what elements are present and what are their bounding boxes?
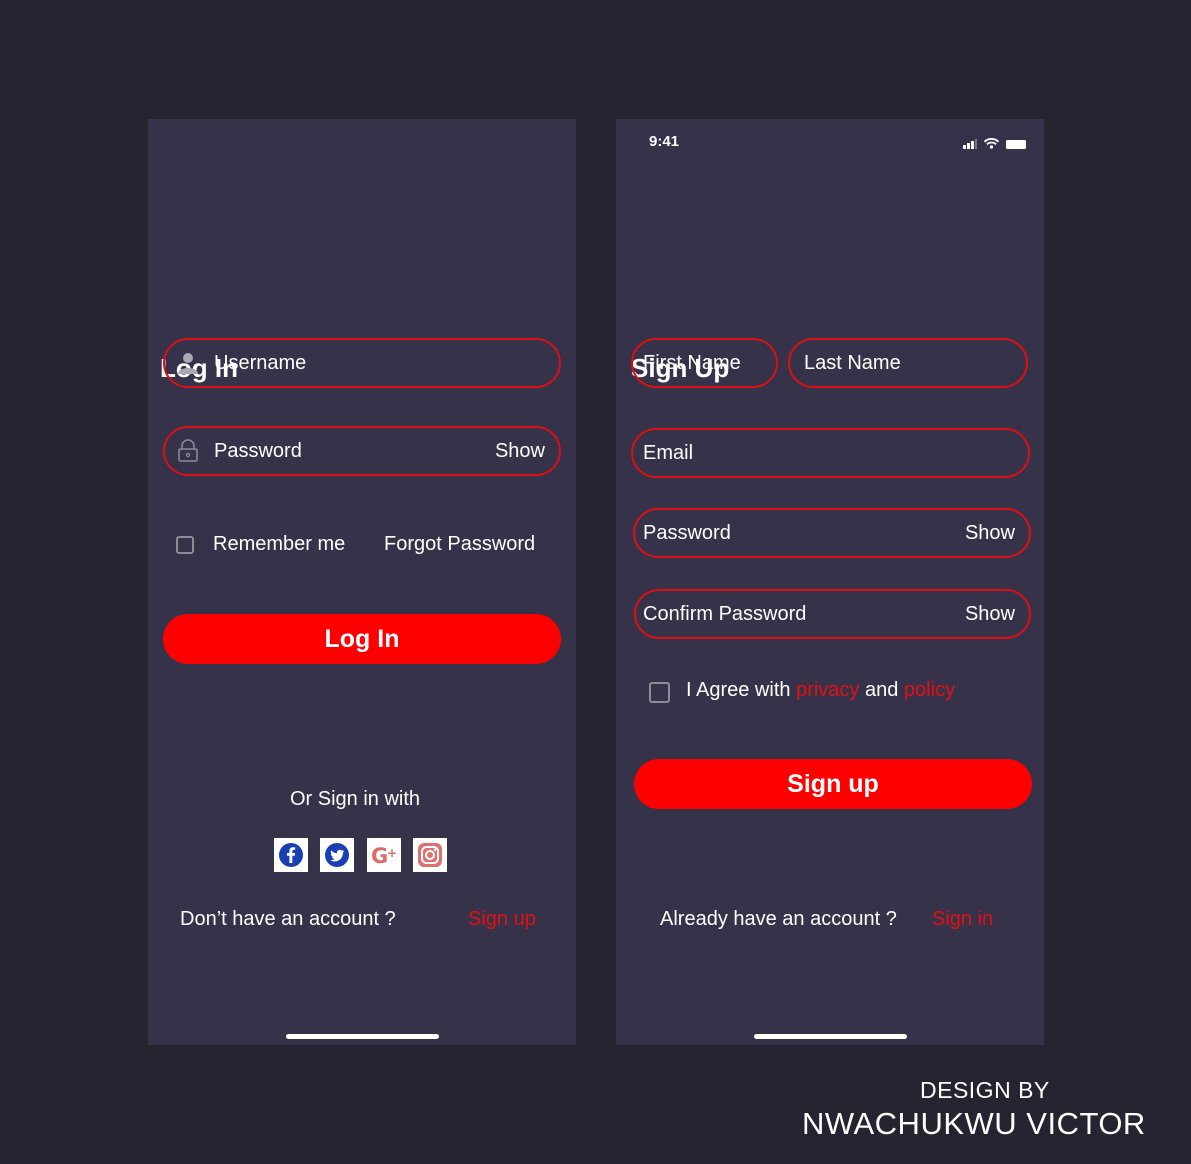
svg-text:G: G	[371, 844, 388, 868]
password-field[interactable]: Password Show	[163, 426, 561, 476]
signup-screen: 9:41 Sign Up First Name Last Name Email …	[616, 119, 1044, 1045]
lock-icon	[175, 438, 201, 464]
confirm-password-field[interactable]: Confirm Password Show	[634, 589, 1031, 639]
or-sign-in-with-label: Or Sign in with	[290, 788, 421, 810]
facebook-icon[interactable]	[274, 838, 308, 872]
email-field[interactable]: Email	[631, 428, 1030, 478]
have-account-text: Already have an account ?	[660, 908, 897, 930]
no-account-text: Don’t have an account ?	[180, 908, 396, 930]
show-password-toggle[interactable]: Show	[495, 440, 545, 463]
signup-button[interactable]: Sign up	[634, 759, 1032, 809]
battery-icon	[1006, 136, 1026, 154]
first-name-placeholder: First Name	[643, 351, 741, 374]
policy-link[interactable]: policy	[904, 679, 955, 701]
credit-design-by: DESIGN BY	[920, 1077, 1050, 1103]
forgot-password-link[interactable]: Forgot Password	[384, 533, 535, 556]
signup-password-field[interactable]: Password Show	[633, 508, 1031, 558]
status-icons	[963, 136, 1026, 154]
last-name-placeholder: Last Name	[804, 351, 901, 374]
privacy-link[interactable]: privacy	[796, 679, 859, 701]
twitter-icon[interactable]	[320, 838, 354, 872]
password-placeholder: Password	[214, 439, 302, 462]
show-confirm-password-toggle[interactable]: Show	[965, 603, 1015, 626]
user-icon	[175, 350, 201, 376]
home-indicator	[754, 1034, 907, 1039]
credit-designer-name: NWACHUKWU VICTOR	[802, 1106, 1146, 1141]
google-plus-icon[interactable]: G +	[367, 838, 401, 872]
status-time: 9:41	[649, 133, 680, 150]
agree-text: I Agree with privacy and policy	[686, 679, 955, 702]
signup-password-placeholder: Password	[643, 521, 731, 544]
wifi-icon	[983, 136, 1000, 154]
signup-link[interactable]: Sign up	[468, 908, 536, 931]
remember-me-label: Remember me	[213, 533, 346, 555]
agree-and: and	[865, 679, 899, 701]
show-signup-password-toggle[interactable]: Show	[965, 522, 1015, 545]
home-indicator	[286, 1034, 439, 1039]
username-field[interactable]: Username	[163, 338, 561, 388]
login-screen: Log In Username Password Show Remember m…	[148, 119, 576, 1045]
confirm-password-placeholder: Confirm Password	[643, 602, 807, 625]
email-placeholder: Email	[643, 441, 694, 464]
last-name-field[interactable]: Last Name	[788, 338, 1028, 388]
username-placeholder: Username	[214, 351, 307, 374]
svg-text:+: +	[387, 846, 397, 860]
remember-me-checkbox[interactable]	[176, 536, 194, 554]
instagram-icon[interactable]	[413, 838, 447, 872]
agree-prefix: I Agree with	[686, 679, 791, 701]
signin-link[interactable]: Sign in	[932, 908, 993, 931]
agree-checkbox[interactable]	[649, 682, 670, 703]
login-button[interactable]: Log In	[163, 614, 561, 664]
signal-icon	[963, 136, 977, 154]
first-name-field[interactable]: First Name	[631, 338, 778, 388]
